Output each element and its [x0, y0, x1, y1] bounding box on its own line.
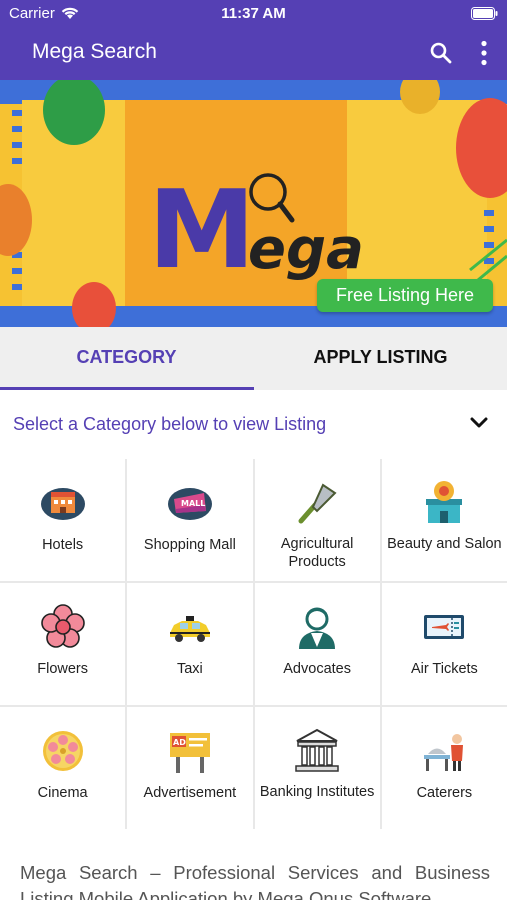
- taxi-icon: [169, 616, 210, 642]
- category-taxi[interactable]: Taxi: [127, 583, 253, 705]
- category-label: Taxi: [176, 661, 203, 677]
- battery-icon: [471, 7, 498, 20]
- salon-icon: [426, 481, 463, 523]
- air-ticket-icon: [424, 615, 465, 639]
- film-reel-icon: [42, 731, 83, 771]
- advocate-icon: [299, 607, 336, 649]
- category-cinema[interactable]: Cinema: [0, 707, 126, 829]
- category-label: Banking Institutes: [259, 784, 375, 800]
- trowel-icon: [298, 483, 337, 524]
- category-hotels[interactable]: Hotels: [0, 459, 126, 581]
- category-shopping-mall[interactable]: MALL Shopping Mall: [127, 459, 253, 581]
- category-label: Advocates: [283, 661, 351, 677]
- category-dropdown-label: Select a Category below to view Listing: [13, 414, 327, 434]
- flower-icon: [40, 604, 85, 648]
- search-icon[interactable]: [429, 41, 453, 65]
- category-flowers[interactable]: Flowers: [0, 583, 126, 705]
- chevron-down-icon: [470, 417, 488, 428]
- more-vertical-icon[interactable]: [479, 40, 489, 66]
- status-time: 11:37 AM: [221, 5, 286, 22]
- app-description: Mega Search – Professional Services and …: [20, 862, 490, 900]
- free-listing-button[interactable]: Free Listing Here: [317, 279, 493, 312]
- category-label: Agricultural Products: [280, 536, 354, 570]
- category-caterers[interactable]: Caterers: [381, 707, 507, 829]
- category-banking-institutes[interactable]: Banking Institutes: [254, 707, 380, 829]
- category-agricultural-products[interactable]: Agricultural Products: [254, 459, 380, 581]
- category-label: Hotels: [42, 537, 84, 553]
- category-advertisement[interactable]: AD Advertisement: [127, 707, 253, 829]
- app-title: Mega Search: [32, 40, 157, 63]
- tab-apply-listing[interactable]: APPLY LISTING: [254, 327, 507, 390]
- banner-logo-ega: ega: [248, 217, 364, 282]
- caterer-icon: [424, 734, 464, 771]
- category-advocates[interactable]: Advocates: [254, 583, 380, 705]
- status-bar: Carrier 11:37 AM: [0, 0, 507, 28]
- tab-bar: CATEGORY APPLY LISTING: [0, 327, 507, 390]
- billboard-icon: AD: [169, 733, 210, 773]
- banner-logo-m: M: [148, 168, 255, 293]
- category-beauty-and-salon[interactable]: Beauty and Salon: [381, 459, 507, 581]
- category-label: Shopping Mall: [143, 537, 236, 553]
- category-label: Advertisement: [143, 785, 237, 801]
- app-header: Carrier 11:37 AM Mega Search: [0, 0, 507, 80]
- category-label: Air Tickets: [410, 661, 478, 677]
- svg-text:AD: AD: [173, 738, 186, 747]
- hotel-icon: [40, 488, 85, 520]
- category-air-tickets[interactable]: Air Tickets: [381, 583, 507, 705]
- category-grid: Hotels MALL Shopping Mall Agricultural P…: [0, 459, 507, 829]
- category-label: Cinema: [37, 785, 88, 801]
- category-dropdown[interactable]: Select a Category below to view Listing: [0, 390, 507, 458]
- tab-category[interactable]: CATEGORY: [0, 327, 253, 390]
- category-label: Caterers: [416, 785, 473, 801]
- shopping-mall-icon: MALL: [167, 488, 212, 520]
- svg-text:MALL: MALL: [181, 499, 205, 508]
- category-label: Flowers: [37, 661, 88, 677]
- bank-icon: [295, 728, 339, 772]
- category-label: Beauty and Salon: [387, 536, 502, 552]
